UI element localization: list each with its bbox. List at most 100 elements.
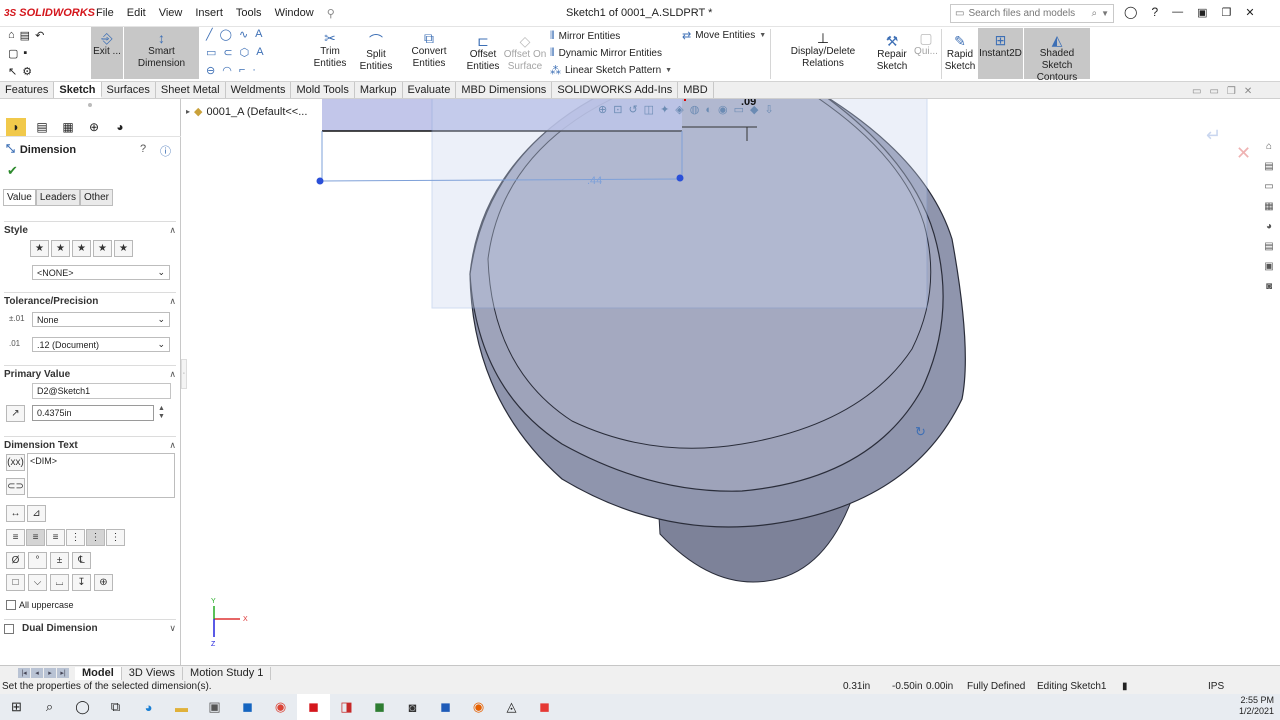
undo-icon[interactable]: ↶ [35, 29, 44, 42]
windows-start-icon[interactable]: ⊞ [0, 694, 33, 720]
tab-model[interactable]: Model [75, 666, 122, 680]
tab-weldments[interactable]: Weldments [226, 82, 292, 98]
load-style-icon[interactable]: ★ [114, 240, 133, 257]
help-icon[interactable]: ? [1151, 5, 1158, 19]
search-box[interactable]: ▭ Search files and models ⌕ ▼ [950, 4, 1114, 23]
restore-icon[interactable]: ▣ [1197, 6, 1207, 19]
first-tab-icon[interactable]: |◂ [18, 668, 30, 678]
expand-icon[interactable]: ▸ [186, 107, 190, 116]
tolerance-select[interactable]: None ⌄ [32, 312, 170, 327]
apply-default-style-icon[interactable]: ★ [30, 240, 49, 257]
menu-edit[interactable]: Edit [127, 7, 146, 20]
plane-icon[interactable]: A [256, 46, 263, 59]
tab-features[interactable]: Features [0, 82, 55, 98]
save-icon[interactable]: ▤ [20, 29, 30, 42]
panel-collapse-handle[interactable]: ◦ [181, 359, 187, 389]
recorder-icon[interactable]: ◼ [528, 694, 561, 720]
split-entities-button[interactable]: ⌒ Split Entities [358, 33, 394, 78]
linear-pattern-button[interactable]: ⁂ Linear Sketch Pattern ▼ [550, 64, 672, 77]
primary-value-section-header[interactable]: Primary Value ∧ [4, 365, 176, 380]
collapse-icon[interactable]: ∧ [169, 440, 176, 451]
confirm-icon[interactable]: ↵ [1206, 125, 1221, 145]
solidworks-logo[interactable]: 3S SOLIDWORKS [0, 7, 95, 19]
view-settings-icon[interactable]: ◆ [750, 103, 758, 116]
tab-evaluate[interactable]: Evaluate [403, 82, 457, 98]
more-symbols-icon[interactable]: ⊕ [94, 574, 113, 591]
select-icon[interactable]: ↖ [8, 65, 17, 78]
display-manager-icon[interactable]: ◕ [110, 118, 130, 136]
display-delete-relations-button[interactable]: ⊥ Display/Delete Relations [773, 30, 873, 76]
text-icon[interactable]: A [255, 28, 262, 41]
tab-surfaces[interactable]: Surfaces [102, 82, 156, 98]
view-palette-icon[interactable]: ▦ [1260, 198, 1278, 214]
align-bottom-icon[interactable]: ⋮ [106, 529, 125, 546]
hide-show-icon[interactable]: ◐ [705, 104, 712, 116]
section-view-icon[interactable]: ◫ [644, 103, 654, 116]
point-icon[interactable]: · [252, 64, 256, 77]
all-uppercase-checkbox[interactable] [6, 600, 16, 610]
dual-dimension-checkbox[interactable] [4, 623, 14, 634]
print-icon[interactable]: ▪ [23, 47, 27, 60]
design-library-icon[interactable]: ▤ [1260, 158, 1278, 174]
forum-icon[interactable]: ▣ [1260, 258, 1278, 274]
offset-on-surface-button[interactable]: ◇ Offset On Surface [503, 33, 547, 78]
countersink-icon[interactable]: ⌵ [28, 574, 47, 591]
store-icon[interactable]: ▣ [198, 694, 231, 720]
arc-icon[interactable]: ◠ [222, 64, 232, 77]
panel-grip[interactable] [88, 103, 92, 107]
move-entities-button[interactable]: ⇄ Move Entities ▼ [682, 29, 766, 42]
taskbar-search-icon[interactable]: ⌕ [33, 694, 66, 720]
inspection-dimension-icon[interactable]: ⊂⊃ [6, 478, 25, 495]
rebuild-icon[interactable]: ▮ [1122, 681, 1128, 692]
outlook-icon[interactable]: ◼ [231, 694, 264, 720]
shaded-sketch-contours-button[interactable]: ◭ Shaded Sketch Contours [1024, 28, 1090, 83]
display-style-icon[interactable]: ◍ [690, 103, 700, 116]
help-question-icon[interactable]: ? [140, 143, 146, 155]
camtasia-icon[interactable]: ◼ [363, 694, 396, 720]
tolerance-section-header[interactable]: Tolerance/Precision ∧ [4, 292, 176, 307]
options-icon[interactable]: ⚙ [22, 65, 32, 78]
exit-sketch-button[interactable]: ⎆ Exit ... [91, 27, 123, 79]
pin-icon[interactable]: ⚲ [327, 7, 335, 20]
subtab-value[interactable]: Value [3, 189, 36, 206]
delete-style-icon[interactable]: ★ [72, 240, 91, 257]
minimize-icon[interactable]: — [1172, 6, 1183, 18]
quick-snaps-button[interactable]: ▢ Qui... [913, 30, 939, 78]
tab-mold-tools[interactable]: Mold Tools [291, 82, 355, 98]
plus-minus-icon[interactable]: ± [50, 552, 69, 569]
repair-sketch-button[interactable]: ⚒ Repair Sketch [876, 33, 908, 78]
system-clock[interactable]: 2:55 PM 1/2/2021 [1239, 695, 1274, 717]
cancel-icon[interactable]: ✕ [1236, 143, 1251, 163]
slot-icon[interactable]: ⊂ [223, 46, 232, 59]
resources-icon[interactable]: ⌂ [1260, 138, 1278, 154]
line-icon[interactable]: ╱ [206, 28, 213, 41]
offset-entities-button[interactable]: ⊏ Offset Entities [465, 33, 501, 78]
align-center-icon[interactable]: ≡ [26, 529, 45, 546]
home-icon[interactable]: ⌂ [8, 29, 15, 42]
add-parentheses-icon[interactable]: (xx) [6, 454, 25, 471]
configuration-manager-icon[interactable]: ▦ [58, 118, 78, 136]
mirror-entities-button[interactable]: ⫴ Mirror Entities [550, 30, 620, 43]
maximize-icon[interactable]: ❐ [1222, 6, 1232, 19]
rapid-sketch-button[interactable]: ✎ Rapid Sketch [944, 33, 976, 78]
polygon-icon[interactable]: ⬡ [240, 46, 250, 59]
info-icon[interactable]: ⓘ [160, 143, 171, 159]
depth-icon[interactable]: ↧ [72, 574, 91, 591]
subtab-other[interactable]: Other [79, 189, 113, 206]
viewport-close-icon[interactable]: ✕ [1244, 86, 1252, 97]
align-top-icon[interactable]: ⋮ [66, 529, 85, 546]
spline-icon[interactable]: ∿ [239, 28, 248, 41]
custom-properties-icon[interactable]: ▤ [1260, 238, 1278, 254]
style-select[interactable]: <NONE> ⌄ [32, 265, 170, 280]
task-view-icon[interactable]: ⧉ [99, 694, 132, 720]
main-dimension-label[interactable]: .44 [587, 175, 602, 187]
viewport-tile-icon[interactable]: ▭ [1192, 86, 1201, 97]
override-value-icon[interactable]: ↗ [6, 405, 25, 422]
cortana-icon[interactable]: ◯ [66, 694, 99, 720]
search-dropdown-icon[interactable]: ▼ [1101, 9, 1109, 18]
centerline-icon[interactable]: ℄ [72, 552, 91, 569]
tab-markup[interactable]: Markup [355, 82, 403, 98]
fillet-icon[interactable]: ⌐ [239, 64, 245, 77]
dimension-handle-right[interactable] [676, 174, 684, 182]
firefox-icon[interactable]: ◉ [462, 694, 495, 720]
